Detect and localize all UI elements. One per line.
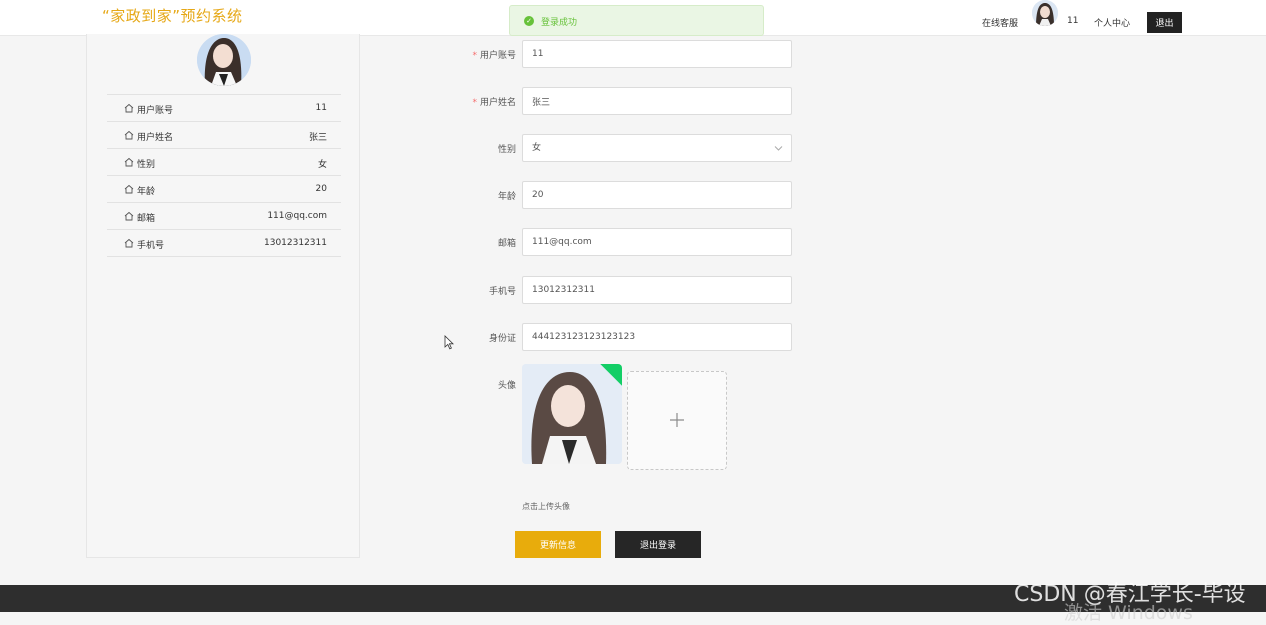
account-label: * 用户账号: [472, 51, 516, 61]
idcard-row: 身份证: [440, 323, 800, 351]
list-item: 性别 女: [107, 148, 341, 175]
info-label: 用户账号: [137, 106, 174, 116]
brand-title[interactable]: “家政到家”预约系统: [102, 5, 243, 26]
upload-tip: 点击上传头像: [522, 502, 570, 511]
age-label: 年龄: [497, 192, 516, 202]
gender-label: 性别: [497, 145, 516, 155]
account-row: * 用户账号: [440, 40, 800, 68]
check-circle-icon: ✓: [524, 16, 534, 26]
idcard-input[interactable]: [522, 323, 792, 351]
list-item: 手机号 13012312311: [107, 229, 341, 257]
logout-account-button[interactable]: 退出登录: [615, 531, 701, 558]
info-label: 邮箱: [137, 214, 156, 224]
info-value: 11: [315, 103, 327, 113]
plus-icon: [670, 413, 684, 427]
personal-center-link[interactable]: 个人中心: [1094, 16, 1130, 29]
home-icon: [124, 184, 134, 194]
home-icon: [124, 103, 134, 113]
chevron-down-icon: [774, 146, 783, 151]
name-label: * 用户姓名: [472, 98, 516, 108]
online-service-link[interactable]: 在线客服: [982, 16, 1018, 29]
info-value: 20: [315, 184, 327, 194]
account-input[interactable]: [522, 40, 792, 68]
success-toast: ✓ 登录成功: [509, 5, 764, 36]
email-label: 邮箱: [497, 239, 516, 249]
info-value: 女: [317, 160, 327, 170]
required-mark: *: [472, 98, 477, 108]
header-logout-button[interactable]: 退出: [1147, 12, 1182, 33]
age-input[interactable]: [522, 181, 792, 209]
profile-avatar: [197, 34, 251, 86]
info-label: 性别: [137, 160, 156, 170]
info-label: 年龄: [137, 187, 156, 197]
age-row: 年龄: [440, 181, 800, 209]
list-item: 年龄 20: [107, 175, 341, 202]
profile-info-list: 用户账号 11 用户姓名 张三 性别 女 年龄 20 邮箱 111@qq.com…: [107, 94, 341, 257]
phone-input[interactable]: [522, 276, 792, 304]
phone-label: 手机号: [488, 287, 516, 297]
list-item: 用户姓名 张三: [107, 121, 341, 148]
update-info-button[interactable]: 更新信息: [515, 531, 601, 558]
gender-select[interactable]: 女: [522, 134, 792, 162]
info-value: 111@qq.com: [267, 211, 327, 221]
uploaded-avatar-preview[interactable]: ✓: [522, 364, 622, 464]
list-item: 邮箱 111@qq.com: [107, 202, 341, 229]
phone-row: 手机号: [440, 276, 800, 304]
mouse-cursor-icon: [444, 335, 454, 350]
profile-card: 用户账号 11 用户姓名 张三 性别 女 年龄 20 邮箱 111@qq.com…: [86, 34, 360, 558]
list-item: 用户账号 11: [107, 94, 341, 121]
info-value: 张三: [308, 133, 327, 143]
info-label: 用户姓名: [137, 133, 174, 143]
avatar-upload-button[interactable]: [627, 371, 727, 470]
home-icon: [124, 238, 134, 248]
gender-selected-value: 女: [532, 143, 542, 153]
header-username: 11: [1067, 16, 1079, 26]
name-row: * 用户姓名: [440, 87, 800, 115]
email-row: 邮箱: [440, 228, 800, 256]
info-value: 13012312311: [264, 238, 327, 248]
header-avatar[interactable]: [1032, 0, 1058, 26]
home-icon: [124, 211, 134, 221]
gender-row: 性别 女: [440, 134, 800, 162]
home-icon: [124, 130, 134, 140]
name-input[interactable]: [522, 87, 792, 115]
email-input[interactable]: [522, 228, 792, 256]
toast-message: 登录成功: [541, 18, 578, 28]
required-mark: *: [472, 51, 477, 61]
avatar-label: 头像: [497, 381, 516, 391]
info-label: 手机号: [137, 241, 165, 251]
home-icon: [124, 157, 134, 167]
